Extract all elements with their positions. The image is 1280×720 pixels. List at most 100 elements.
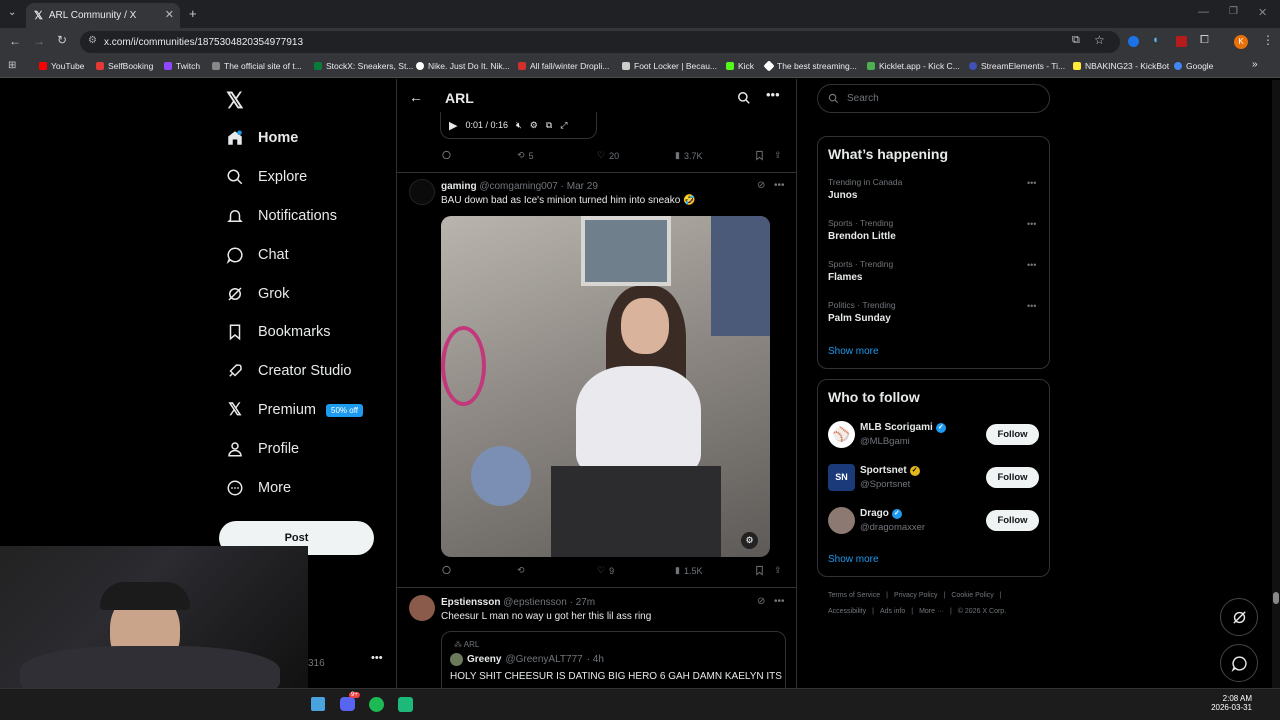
follow-button[interactable]: Follow <box>986 424 1039 445</box>
file-explorer-icon[interactable] <box>311 697 325 711</box>
account-name[interactable]: MLB Scorigami ✓ <box>860 422 946 433</box>
footer-link[interactable]: Cookie Policy <box>951 592 993 599</box>
play-icon[interactable]: ▶ <box>449 119 457 132</box>
header-more-icon[interactable]: ••• <box>766 87 780 102</box>
nav-creator-studio[interactable]: Creator Studio <box>226 359 352 383</box>
close-tab-icon[interactable]: ✕ <box>165 8 174 21</box>
author-name[interactable]: gaming <box>441 181 477 192</box>
bookmark-button[interactable] <box>754 150 765 161</box>
reload-icon[interactable]: ↻ <box>57 33 67 47</box>
url-field[interactable]: ⚙ x.com/i/communities/187530482035497791… <box>80 31 1120 53</box>
bookmark-youtube[interactable]: YouTube <box>39 61 84 71</box>
x-logo-icon[interactable]: 𝕏 <box>226 88 244 114</box>
quote-tweet[interactable]: ⁂ ARL Greeny @GreenyALT777 · 4h HOLY SHI… <box>441 631 786 688</box>
back-arrow-icon[interactable]: ← <box>409 89 423 105</box>
page-scrollbar[interactable] <box>1272 80 1280 688</box>
bookmark-stockx[interactable]: StockX: Sneakers, St... <box>314 61 413 71</box>
browser-tab[interactable]: 𝕏 ARL Community / X ✕ <box>26 3 180 28</box>
tab-list-icon[interactable]: ⌄ <box>8 7 16 18</box>
more-bookmarks-icon[interactable]: » <box>1252 59 1258 70</box>
close-window-icon[interactable]: ✕ <box>1258 6 1267 19</box>
trend-more-icon[interactable]: ••• <box>1027 178 1036 188</box>
bookmark-twitch[interactable]: Twitch <box>164 61 200 71</box>
footer-link[interactable]: More ··· <box>919 608 944 615</box>
account-name[interactable]: Drago ✓ <box>860 508 902 519</box>
pip-icon[interactable]: ⧉ <box>546 120 552 131</box>
profile-avatar-icon[interactable]: K <box>1234 35 1248 49</box>
nav-grok[interactable]: Grok <box>226 282 289 306</box>
account-more-icon[interactable]: ••• <box>371 652 383 664</box>
footer-link[interactable]: Accessibility <box>828 608 866 615</box>
nav-premium[interactable]: 𝕏 Premium 50% off <box>226 398 363 422</box>
share-button[interactable]: ⇪ <box>774 565 782 576</box>
account-handle[interactable]: @Sportsnet <box>860 479 910 490</box>
tweet-more-icon[interactable]: ••• <box>774 596 785 607</box>
footer-link[interactable]: Terms of Service <box>828 592 880 599</box>
tweet-more-icon[interactable]: ••• <box>774 180 785 191</box>
extensions-icon[interactable]: ⧠ <box>1200 34 1209 47</box>
retweet-button[interactable]: ⟲ <box>517 565 525 576</box>
minimize-icon[interactable]: — <box>1198 6 1209 18</box>
author-handle[interactable]: @epstiensson <box>503 597 567 608</box>
fullscreen-icon[interactable]: ⤢ <box>560 120 567 131</box>
apps-grid-icon[interactable]: ⊞ <box>8 60 16 71</box>
browser-menu-icon[interactable]: ⋮ <box>1262 33 1274 47</box>
bookmark-google[interactable]: Google <box>1174 61 1213 71</box>
retweet-button[interactable]: ⟲ 5 <box>517 150 534 161</box>
grok-float-button[interactable] <box>1220 598 1258 636</box>
nav-home[interactable]: Home <box>226 126 298 150</box>
scrollbar-thumb[interactable] <box>1273 592 1279 604</box>
bookmark-dropli[interactable]: All fall/winter Dropli... <box>518 61 609 71</box>
nav-explore[interactable]: Explore <box>226 165 307 189</box>
forward-icon[interactable]: → <box>33 34 45 48</box>
like-button[interactable]: ♡ 9 <box>597 565 614 576</box>
trend-more-icon[interactable]: ••• <box>1027 260 1036 270</box>
bookmark-kicklet[interactable]: Kicklet.app - Kick C... <box>867 61 960 71</box>
show-more-link[interactable]: Show more <box>828 554 879 565</box>
trend-more-icon[interactable]: ••• <box>1027 219 1036 229</box>
nav-chat[interactable]: Chat <box>226 243 289 267</box>
avatar[interactable] <box>828 507 855 534</box>
grok-icon[interactable]: ⊘ <box>757 180 765 191</box>
views-button[interactable]: ▮ 3.7K <box>675 150 702 161</box>
bookmark-nike[interactable]: Nike. Just Do It. Nik... <box>416 61 510 71</box>
reply-button[interactable] <box>441 150 452 161</box>
avatar[interactable] <box>409 179 435 205</box>
discord-icon[interactable] <box>340 697 355 711</box>
install-icon[interactable]: ⧉ <box>1072 34 1080 47</box>
follow-button[interactable]: Follow <box>986 467 1039 488</box>
app-icon[interactable] <box>398 697 413 712</box>
mute-icon[interactable]: 🔇︎ <box>516 120 522 131</box>
search-input[interactable]: Search <box>817 84 1050 113</box>
trend-item[interactable]: Sports · Trending Brendon Little ••• <box>818 214 1049 254</box>
bookmark-streaming[interactable]: The best streaming... <box>763 60 857 72</box>
nav-profile[interactable]: Profile <box>226 437 299 461</box>
nav-notifications[interactable]: Notifications <box>226 204 337 228</box>
media-settings-icon[interactable]: ⚙ <box>741 532 758 549</box>
extension-icon[interactable] <box>1128 36 1139 47</box>
like-button[interactable]: ♡ 20 <box>597 150 619 161</box>
search-icon[interactable] <box>737 91 751 105</box>
settings-icon[interactable]: ⚙ <box>530 120 538 131</box>
show-more-link[interactable]: Show more <box>828 346 879 357</box>
account-name[interactable]: Sportsnet ✓ <box>860 465 920 476</box>
grok-icon[interactable]: ⊘ <box>757 596 765 607</box>
author-handle[interactable]: @comgaming007 <box>479 181 558 192</box>
bookmark-kick[interactable]: Kick <box>726 61 754 71</box>
spotify-icon[interactable] <box>369 697 384 712</box>
bookmark-selfbooking[interactable]: SelfBooking <box>96 61 153 71</box>
share-button[interactable]: ⇪ <box>774 150 782 161</box>
chat-float-button[interactable] <box>1220 644 1258 682</box>
bookmark-streamelements[interactable]: StreamElements - Ti... <box>969 61 1065 71</box>
trend-item[interactable]: Trending in Canada Junos ••• <box>818 173 1049 213</box>
avatar[interactable]: SN <box>828 464 855 491</box>
author-name[interactable]: Epstiensson <box>441 597 500 608</box>
tweet-date[interactable]: · Mar 29 <box>561 181 598 192</box>
nav-more[interactable]: More <box>226 476 291 500</box>
tweet-date[interactable]: · 27m <box>570 597 596 608</box>
footer-link[interactable]: Ads info <box>880 608 905 615</box>
back-icon[interactable]: ← <box>9 34 21 48</box>
extension-record-icon[interactable] <box>1176 36 1187 47</box>
extension-audio-icon[interactable]: ◖ <box>1152 34 1159 46</box>
bookmark-footlocker[interactable]: Foot Locker | Becau... <box>622 61 717 71</box>
